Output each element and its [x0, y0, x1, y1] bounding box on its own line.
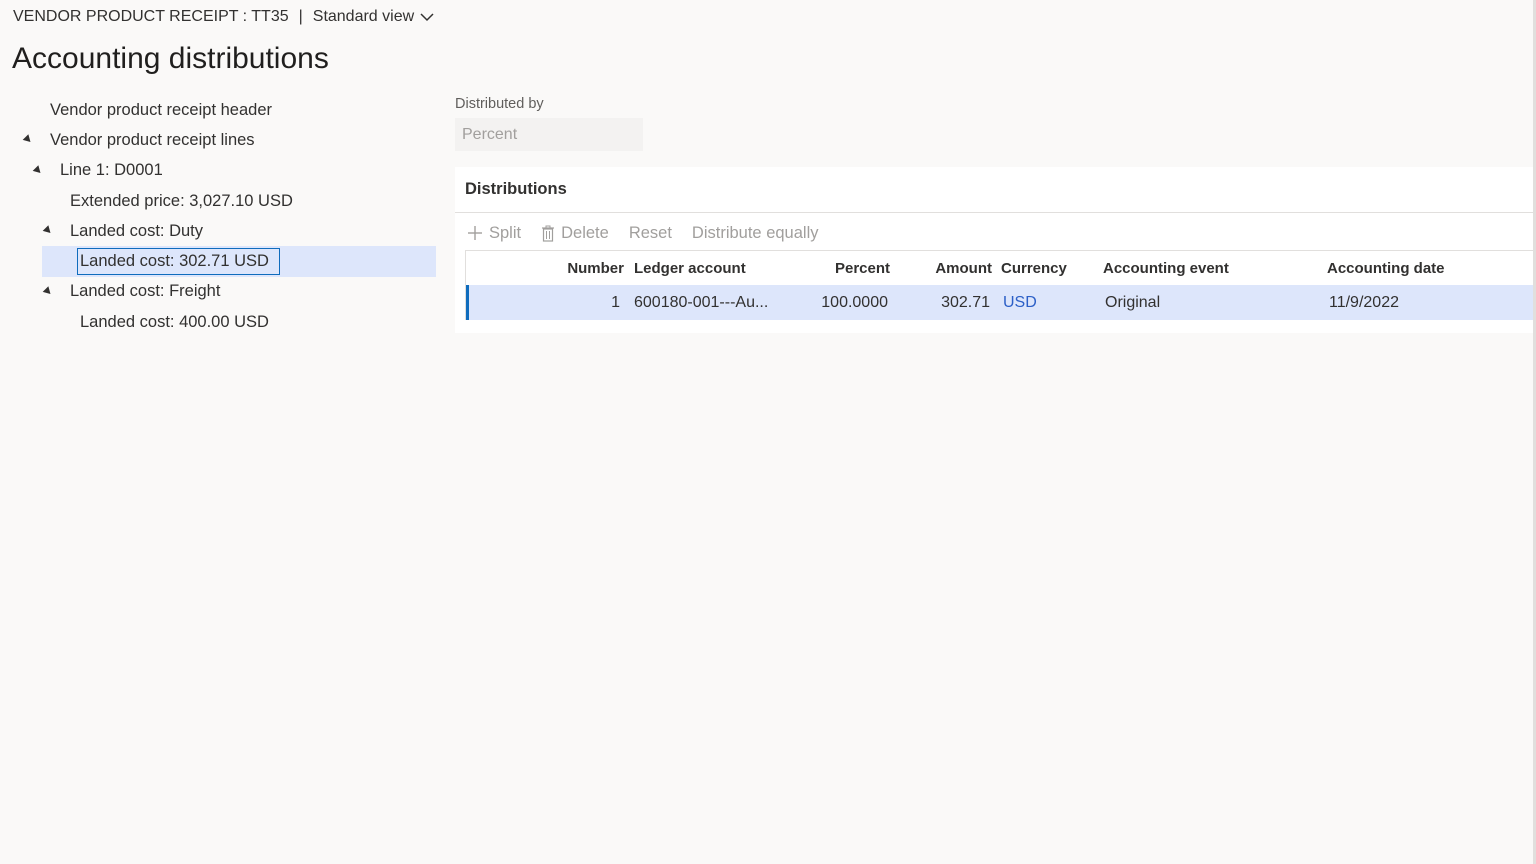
- cell-currency-link[interactable]: USD: [1003, 285, 1093, 320]
- page-title: Accounting distributions: [12, 42, 329, 75]
- expand-triangle-icon[interactable]: [42, 285, 54, 297]
- tree-node-label: Vendor product receipt lines: [50, 130, 255, 149]
- cell-percent[interactable]: 100.0000: [806, 285, 888, 320]
- tree-node-duty-amount[interactable]: Landed cost: 302.71 USD: [42, 246, 436, 277]
- tree-node-receipt-header[interactable]: Vendor product receipt header: [14, 95, 436, 125]
- tree-node-landed-cost-freight[interactable]: Landed cost: Freight: [14, 277, 436, 307]
- tree-node-line-1[interactable]: Line 1: D0001: [14, 156, 436, 186]
- tree-node-label: Landed cost: Duty: [70, 221, 203, 240]
- row-selection-indicator: [466, 285, 469, 320]
- column-header-amount[interactable]: Amount: [896, 251, 992, 285]
- view-selector[interactable]: Standard view: [313, 8, 434, 26]
- distribution-tree: Vendor product receipt header Vendor pro…: [14, 95, 436, 337]
- distributed-by-field[interactable]: Percent: [455, 118, 643, 151]
- trash-icon: [542, 225, 555, 242]
- top-bar: VENDOR PRODUCT RECEIPT : TT35 | Standard…: [0, 0, 1536, 34]
- distributions-panel: Distributions Split Delete Reset Distrib…: [455, 167, 1533, 333]
- tree-node-label: Landed cost: Freight: [70, 282, 221, 301]
- column-header-percent[interactable]: Percent: [806, 251, 890, 285]
- expand-triangle-icon[interactable]: [42, 225, 54, 236]
- distribute-equally-button[interactable]: Distribute equally: [692, 224, 819, 243]
- tree-node-label: Line 1: D0001: [60, 161, 163, 180]
- tree-node-label: Landed cost: 302.71 USD: [77, 248, 280, 276]
- plus-icon: [468, 226, 482, 240]
- cell-accounting-event: Original: [1105, 293, 1161, 311]
- column-header-ledger-account[interactable]: Ledger account: [634, 251, 804, 285]
- tree-node-landed-cost-duty[interactable]: Landed cost: Duty: [14, 216, 436, 246]
- column-header-currency[interactable]: Currency: [1001, 251, 1091, 285]
- distributions-grid: Number Ledger account Percent Amount Cur…: [465, 250, 1533, 320]
- column-header-accounting-event[interactable]: Accounting event: [1103, 251, 1303, 285]
- tree-node-freight-amount[interactable]: Landed cost: 400.00 USD: [14, 307, 436, 337]
- reset-button[interactable]: Reset: [629, 224, 672, 243]
- expand-triangle-icon[interactable]: [22, 134, 34, 146]
- expand-triangle-icon[interactable]: [32, 164, 44, 176]
- tree-node-label: Extended price: 3,027.10 USD: [70, 191, 293, 210]
- grid-header-row: Number Ledger account Percent Amount Cur…: [466, 251, 1533, 285]
- cell-accounting-date: 11/9/2022: [1329, 293, 1399, 311]
- chevron-down-icon: [420, 13, 434, 22]
- distributions-title: Distributions: [455, 167, 1533, 213]
- distributions-toolbar: Split Delete Reset Distribute equally: [467, 216, 838, 250]
- distribute-equally-label: Distribute equally: [691, 223, 819, 242]
- cell-amount[interactable]: 302.71: [896, 285, 990, 320]
- delete-label: Delete: [561, 223, 609, 242]
- column-header-number[interactable]: Number: [526, 251, 624, 285]
- delete-button[interactable]: Delete: [541, 224, 609, 243]
- view-label: Standard view: [312, 8, 415, 25]
- distributed-by-label: Distributed by: [455, 96, 544, 112]
- tree-node-label: Landed cost: 400.00 USD: [80, 312, 269, 331]
- split-button[interactable]: Split: [467, 224, 521, 243]
- table-row[interactable]: 1 600180-001---Au... 100.0000 302.71 USD…: [466, 285, 1533, 320]
- reset-label: Reset: [628, 223, 672, 242]
- split-label: Split: [489, 223, 522, 242]
- cell-number: 1: [611, 293, 620, 311]
- column-header-accounting-date[interactable]: Accounting date: [1327, 251, 1507, 285]
- entity-caption: VENDOR PRODUCT RECEIPT : TT35: [13, 8, 289, 25]
- tree-node-label: Vendor product receipt header: [50, 100, 272, 119]
- caption-separator: |: [298, 8, 303, 25]
- tree-node-receipt-lines[interactable]: Vendor product receipt lines: [14, 125, 436, 155]
- tree-node-extended-price[interactable]: Extended price: 3,027.10 USD: [14, 186, 436, 216]
- cell-ledger-account[interactable]: 600180-001---Au...: [634, 285, 804, 320]
